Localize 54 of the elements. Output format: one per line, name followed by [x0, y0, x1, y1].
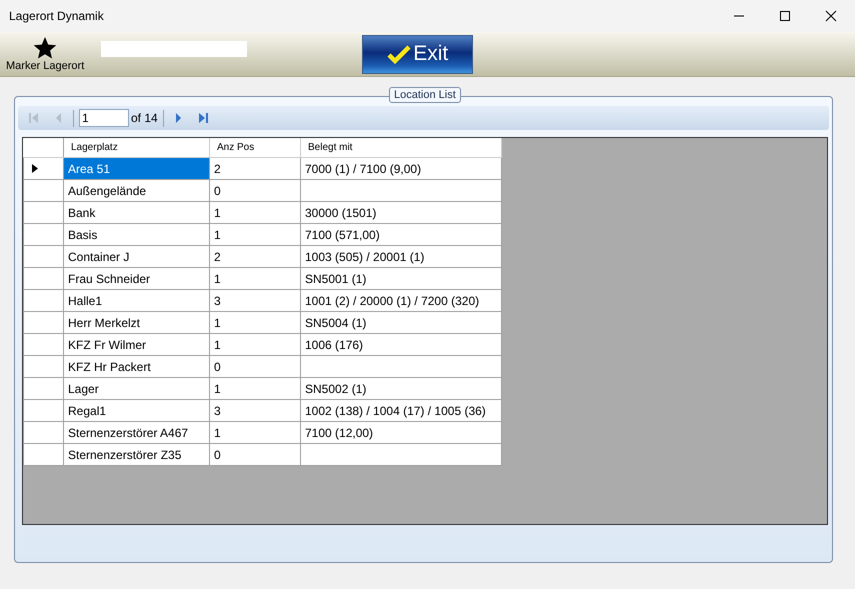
table-cell: 30000 (1501): [300, 202, 502, 224]
table-cell: Herr Merkelzt: [64, 312, 210, 334]
table-cell: 1003 (505) / 20001 (1): [300, 246, 502, 268]
input-field[interactable]: [101, 41, 248, 57]
table-cell: Frau Schneider: [64, 268, 210, 290]
column-header[interactable]: Belegt mit: [300, 138, 502, 158]
column-header[interactable]: Anz Pos: [210, 138, 300, 158]
table-cell: KFZ Hr Packert: [64, 356, 210, 378]
table-cell: 1: [210, 334, 300, 356]
star-icon: [33, 36, 58, 60]
group-title: Location List: [389, 87, 461, 103]
window-title: Lagerort Dynamik: [9, 9, 104, 23]
table-cell: Lager: [64, 378, 210, 400]
table-cell: 1001 (2) / 20000 (1) / 7200 (320): [300, 290, 502, 312]
table-cell: 7100 (12,00): [300, 422, 502, 444]
table-cell: Sternenzerstörer A467: [64, 422, 210, 444]
table-cell: 2: [210, 246, 300, 268]
table-cell: Bank: [64, 202, 210, 224]
table-cell: 7000 (1) / 7100 (9,00): [300, 158, 502, 180]
table-cell: SN5004 (1): [300, 312, 502, 334]
last-icon[interactable]: [196, 111, 211, 125]
table-cell: 7100 (571,00): [300, 224, 502, 246]
row-marker-icon: [32, 164, 38, 172]
table-cell: 1: [210, 422, 300, 444]
table-cell: 1: [210, 224, 300, 246]
table-cell: KFZ Fr Wilmer: [64, 334, 210, 356]
table-cell: Sternenzerstörer Z35: [64, 444, 210, 466]
close-icon[interactable]: [825, 10, 837, 22]
table-cell: Halle1: [64, 290, 210, 312]
table-cell: Area 51: [64, 158, 210, 180]
table-cell: 1002 (138) / 1004 (17) / 1005 (36): [300, 400, 502, 422]
exit-button[interactable]: Exit: [362, 34, 474, 74]
table-cell: Außengelände: [64, 180, 210, 202]
page-count: of 14: [131, 111, 158, 125]
table-cell: SN5002 (1): [300, 378, 502, 400]
table-cell: 1: [210, 378, 300, 400]
table-cell: Basis: [64, 224, 210, 246]
table-cell: 2: [210, 158, 300, 180]
table-cell: 1006 (176): [300, 334, 502, 356]
marker-button[interactable]: Marker Lagerort: [0, 36, 84, 72]
table-cell: 0: [210, 444, 300, 466]
table-cell: 1: [210, 268, 300, 290]
position-field[interactable]: 1: [79, 109, 129, 127]
table-cell: 3: [210, 290, 300, 312]
table-cell: SN5001 (1): [300, 268, 502, 290]
table-cell: 0: [210, 356, 300, 378]
maximize-icon[interactable]: [779, 10, 791, 22]
table-cell: 1: [210, 312, 300, 334]
checkmark-icon: [387, 44, 412, 64]
table-cell: 1: [210, 202, 300, 224]
table-cell: 3: [210, 400, 300, 422]
table-cell: Regal1: [64, 400, 210, 422]
table-cell: Container J: [64, 246, 210, 268]
table-cell: 0: [210, 180, 300, 202]
